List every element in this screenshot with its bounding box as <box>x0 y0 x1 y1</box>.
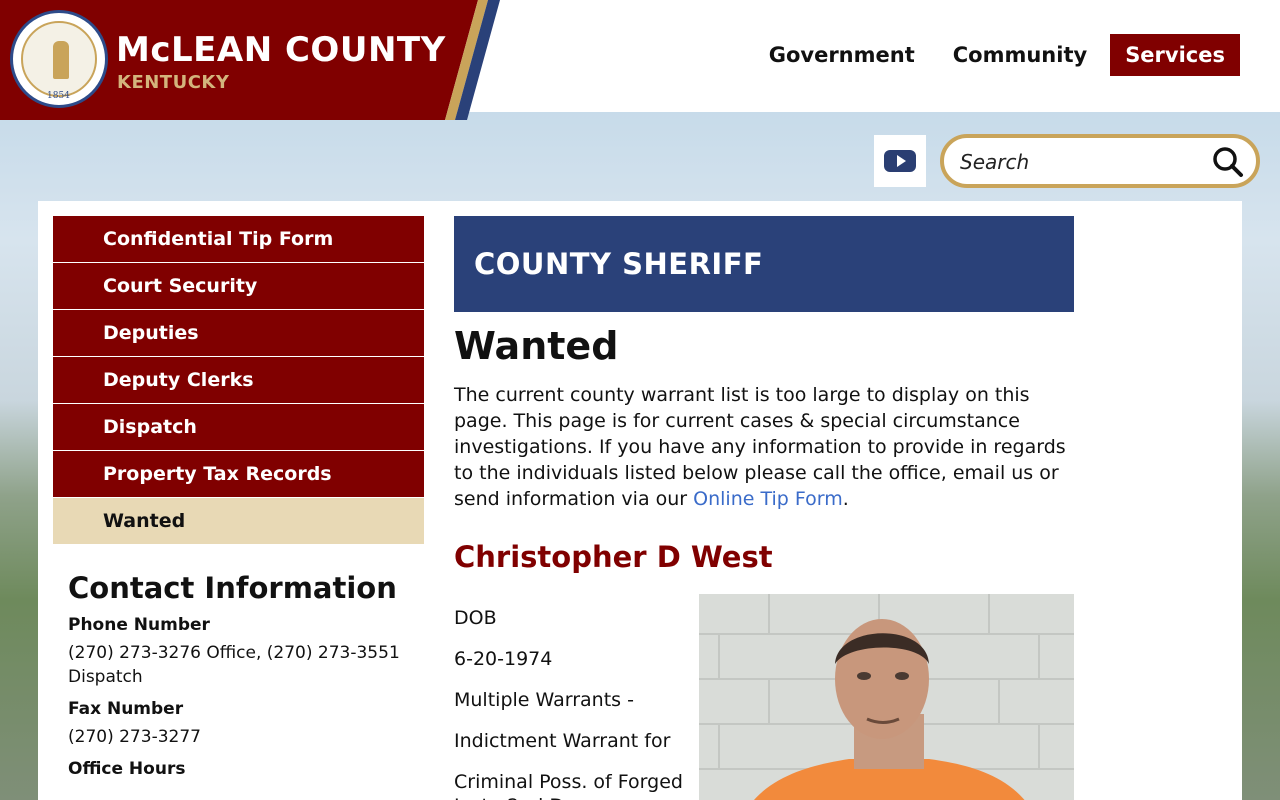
detail-line: Indictment Warrant for <box>454 730 671 752</box>
brand-title: McLEAN COUNTY <box>116 30 446 70</box>
sidebar-item-court-security[interactable]: Court Security <box>53 263 424 310</box>
content-panel: Confidential Tip Form Court Security Dep… <box>38 201 1242 800</box>
main-content: COUNTY SHERIFF Wanted The current county… <box>454 216 1074 800</box>
page-title: Wanted <box>454 324 619 368</box>
nav-community[interactable]: Community <box>938 34 1102 76</box>
fax-value: (270) 273-3277 <box>68 727 201 747</box>
phone-label: Phone Number <box>68 615 210 635</box>
sidebar-item-deputies[interactable]: Deputies <box>53 310 424 357</box>
search-box <box>940 134 1260 188</box>
intro-text: The current county warrant list is too l… <box>454 382 1074 512</box>
sidebar-item-wanted[interactable]: Wanted <box>53 498 424 545</box>
nav-services[interactable]: Services <box>1110 34 1240 76</box>
site-header: 1854 McLEAN COUNTY KENTUCKY Government C… <box>0 0 1280 120</box>
county-seal-icon: 1854 <box>10 10 108 108</box>
sidebar-menu: Confidential Tip Form Court Security Dep… <box>53 216 424 545</box>
main-nav: Government Community Services <box>754 34 1240 76</box>
wanted-person-name: Christopher D West <box>454 540 773 574</box>
detail-line: Multiple Warrants - <box>454 689 634 711</box>
youtube-icon <box>884 150 916 172</box>
sidebar-item-confidential-tip-form[interactable]: Confidential Tip Form <box>53 216 424 263</box>
search-input[interactable] <box>960 148 1210 176</box>
intro-end: . <box>842 488 849 510</box>
hours-label: Office Hours <box>68 759 186 779</box>
fax-label: Fax Number <box>68 699 184 719</box>
youtube-button[interactable] <box>874 135 926 187</box>
detail-line: DOB <box>454 607 497 629</box>
nav-government[interactable]: Government <box>754 34 930 76</box>
contact-info: Contact Information Phone Number (270) 2… <box>68 571 408 779</box>
section-banner: COUNTY SHERIFF <box>454 216 1074 312</box>
contact-heading: Contact Information <box>68 571 397 605</box>
sidebar-item-property-tax-records[interactable]: Property Tax Records <box>53 451 424 498</box>
detail-line: Criminal Poss. of Forged Instr. 2nd Degr… <box>454 771 683 800</box>
phone-value: (270) 273-3276 Office, (270) 273-3551 Di… <box>68 643 400 687</box>
brand-subtitle: KENTUCKY <box>117 72 230 93</box>
wanted-person-details: DOB 6-20-1974 Multiple Warrants - Indict… <box>454 606 694 800</box>
mugshot-image <box>699 594 1074 800</box>
sidebar-item-dispatch[interactable]: Dispatch <box>53 404 424 451</box>
sidebar-item-deputy-clerks[interactable]: Deputy Clerks <box>53 357 424 404</box>
search-icon[interactable] <box>1212 146 1244 178</box>
online-tip-form-link[interactable]: Online Tip Form <box>693 488 843 510</box>
brand-logo[interactable]: 1854 McLEAN COUNTY KENTUCKY <box>0 0 500 120</box>
detail-line: 6-20-1974 <box>454 648 553 670</box>
